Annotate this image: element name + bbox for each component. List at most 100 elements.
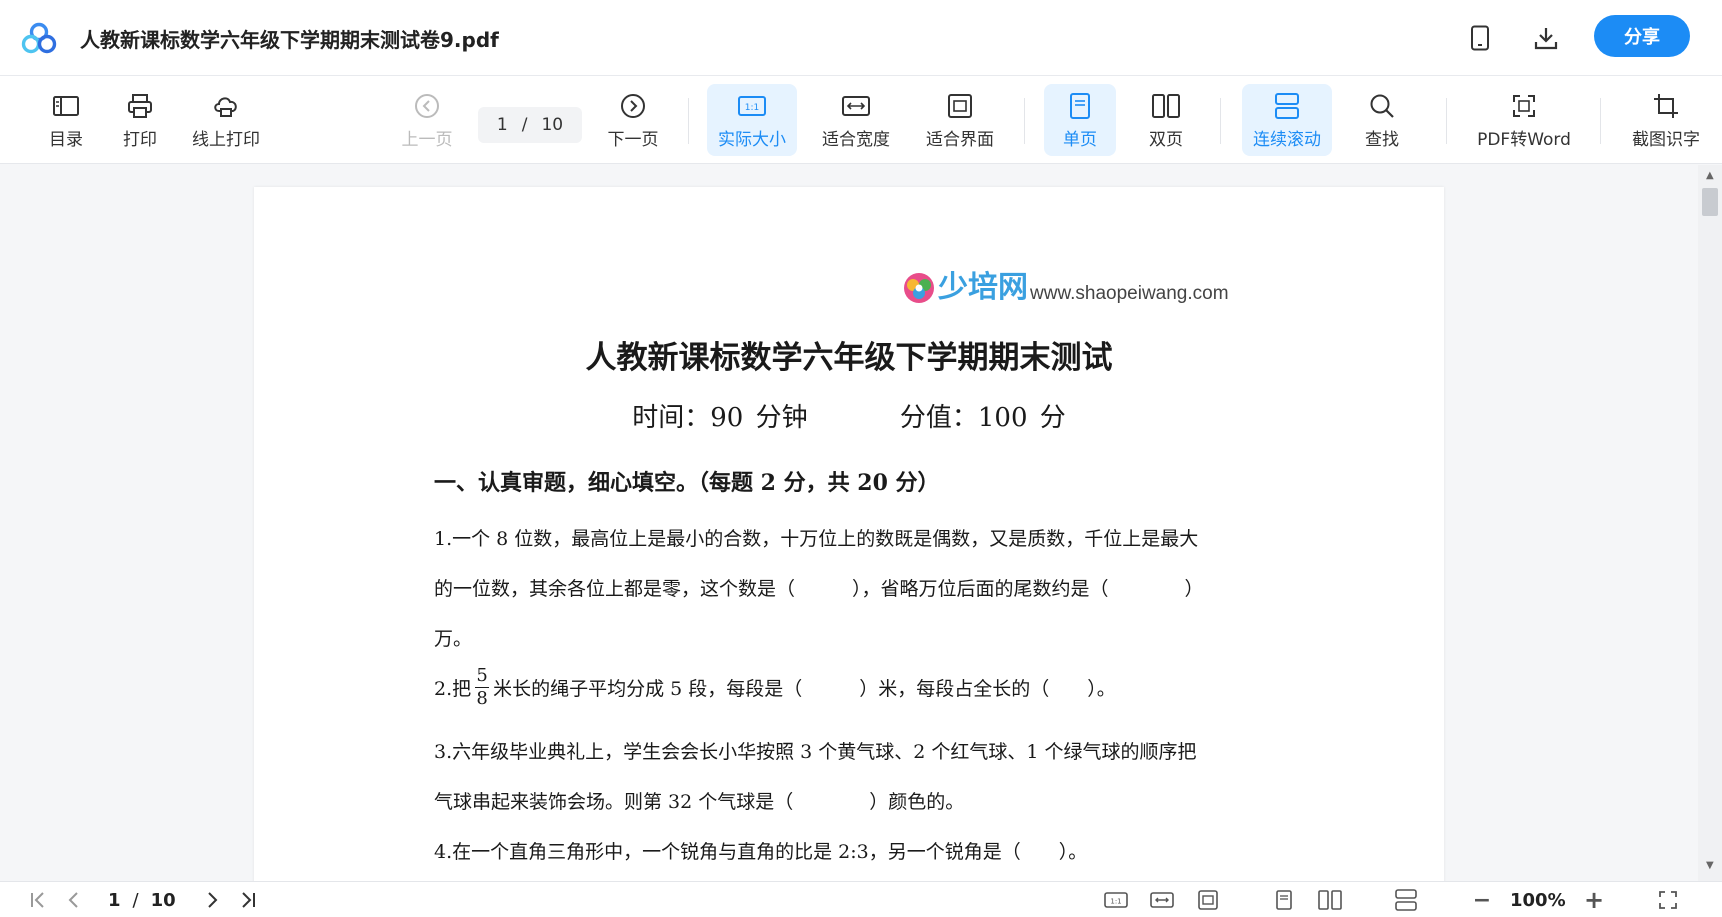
status-actual-size-button[interactable]: 1:1 <box>1100 886 1132 914</box>
print-label: 打印 <box>123 129 157 150</box>
q2-suffix: 米长的绳子平均分成 5 段，每段是（ ）米，每段占全长的（ ）。 <box>493 678 1116 700</box>
status-fit-screen-button[interactable] <box>1192 886 1224 914</box>
question-line: 1.一个 8 位数，最高位上是最小的合数，十万位上的数既是偶数，又是质数，千位上… <box>434 528 1199 550</box>
last-page-icon <box>242 892 255 908</box>
prev-page-small-button[interactable] <box>60 886 88 914</box>
section-heading: 一、认真审题，细心填空。（每题 2 分，共 20 分） <box>434 470 940 496</box>
total-pages: 10 <box>541 115 564 135</box>
page-indicator[interactable]: 1 / 10 <box>478 107 582 143</box>
svg-text:1:1: 1:1 <box>745 103 759 113</box>
phone-view-button[interactable] <box>1464 22 1496 54</box>
actual-size-label: 实际大小 <box>718 129 786 150</box>
document-viewer[interactable]: 少培网 www.shaopeiwang.com 人教新课标数学六年级下学期期末测… <box>0 165 1722 881</box>
fit-width-icon <box>842 95 870 116</box>
exam-meta: 时间：90 分钟 分值：100 分 <box>254 397 1444 434</box>
share-button[interactable]: 分享 <box>1594 15 1690 57</box>
single-page-label: 单页 <box>1063 129 1097 150</box>
chevron-left-circle-icon <box>415 93 439 118</box>
question-line: 4.在一个直角三角形中，一个锐角与直角的比是 2:3，另一个锐角是（ ）。 <box>434 841 1088 863</box>
fit-width-button[interactable]: 适合宽度 <box>812 84 900 156</box>
fullscreen-button[interactable] <box>1654 886 1682 914</box>
toc-label: 目录 <box>49 129 83 150</box>
online-print-button[interactable]: 线上打印 <box>186 84 266 156</box>
status-total-pages: 10 <box>150 889 176 911</box>
print-button[interactable]: 打印 <box>108 84 172 156</box>
continuous-scroll-button[interactable]: 连续滚动 <box>1242 84 1332 156</box>
download-button[interactable] <box>1530 22 1562 54</box>
toolbar-divider <box>1220 98 1221 144</box>
chevron-left-icon <box>68 892 78 908</box>
site-logo: 少培网 www.shaopeiwang.com <box>902 271 1229 305</box>
toc-icon <box>53 95 79 116</box>
prev-page-label: 上一页 <box>401 129 453 150</box>
question-line: 气球串起来装饰会场。则第 32 个气球是（ ）颜色的。 <box>434 791 965 813</box>
site-brand: 少培网 <box>938 270 1028 305</box>
scrollbar-thumb[interactable] <box>1702 188 1718 216</box>
pdf-page: 少培网 www.shaopeiwang.com 人教新课标数学六年级下学期期末测… <box>254 187 1444 881</box>
toc-button[interactable]: 目录 <box>34 84 98 156</box>
status-continuous-scroll-button[interactable] <box>1390 886 1422 914</box>
fit-screen-icon <box>1198 890 1218 910</box>
convert-icon <box>1513 94 1535 117</box>
status-current-page: 1 <box>108 889 121 911</box>
continuous-scroll-icon <box>1395 889 1417 911</box>
fit-width-label: 适合宽度 <box>822 129 890 150</box>
search-icon <box>1370 94 1394 118</box>
double-page-icon <box>1152 93 1180 118</box>
q2-prefix: 2.把 <box>434 678 472 700</box>
exam-time: 时间：90 分钟 <box>632 403 808 433</box>
fit-screen-button[interactable]: 适合界面 <box>916 84 1004 156</box>
actual-size-icon: 1:1 <box>1104 892 1128 908</box>
next-page-label: 下一页 <box>607 129 659 150</box>
screenshot-ocr-button[interactable]: 截图识字 <box>1624 84 1708 156</box>
cloud-print-icon <box>214 96 237 117</box>
screenshot-ocr-label: 截图识字 <box>1632 129 1700 150</box>
chevron-right-circle-icon <box>621 93 645 118</box>
zoom-out-button[interactable]: − <box>1468 886 1496 914</box>
exam-score: 分值：100 分 <box>899 403 1066 433</box>
scroll-up-arrow-icon[interactable]: ▲ <box>1706 170 1714 181</box>
first-page-icon <box>31 892 44 908</box>
pdf-to-word-label: PDF转Word <box>1477 129 1571 150</box>
actual-size-button[interactable]: 1:1 实际大小 <box>707 84 797 156</box>
phone-icon <box>1471 25 1489 51</box>
single-page-button[interactable]: 单页 <box>1044 84 1116 156</box>
status-fit-width-button[interactable] <box>1146 886 1178 914</box>
status-page-indicator[interactable]: 1 / 10 <box>108 886 176 914</box>
toolbar-divider <box>688 98 689 144</box>
single-page-icon <box>1276 890 1292 910</box>
zoom-level: 100% <box>1510 889 1566 911</box>
find-button[interactable]: 查找 <box>1350 84 1414 156</box>
question-line: 2.把 5 8 米长的绳子平均分成 5 段，每段是（ ）米，每段占全长的（ ）。 <box>434 665 1116 710</box>
first-page-button[interactable] <box>24 886 52 914</box>
zoom-in-button[interactable]: + <box>1580 886 1608 914</box>
crop-icon <box>1654 93 1678 118</box>
status-double-page-button[interactable] <box>1314 886 1346 914</box>
double-page-label: 双页 <box>1149 129 1183 150</box>
question-line: 3.六年级毕业典礼上，学生会会长小华按照 3 个黄气球、2 个红气球、1 个绿气… <box>434 741 1197 763</box>
title-bar: 人教新课标数学六年级下学期期末测试卷9.pdf 分享 <box>0 0 1722 76</box>
current-page: 1 <box>496 115 508 135</box>
fit-screen-icon <box>948 93 972 118</box>
flower-logo-icon <box>904 273 934 303</box>
pdf-to-word-button[interactable]: PDF转Word <box>1474 84 1574 156</box>
status-bar: 1 / 10 1:1 − 100% + <box>0 881 1722 917</box>
next-page-small-button[interactable] <box>198 886 226 914</box>
toolbar-divider <box>1446 98 1447 144</box>
last-page-button[interactable] <box>234 886 262 914</box>
toolbar-divider <box>1600 98 1601 144</box>
double-page-button[interactable]: 双页 <box>1132 84 1200 156</box>
svg-text:1:1: 1:1 <box>1110 898 1121 906</box>
toolbar-divider <box>1024 98 1025 144</box>
fraction-denominator: 8 <box>476 688 488 709</box>
fit-screen-label: 适合界面 <box>926 129 994 150</box>
fit-width-icon <box>1150 892 1174 908</box>
online-print-label: 线上打印 <box>192 129 260 150</box>
scroll-down-arrow-icon[interactable]: ▼ <box>1706 860 1714 871</box>
printer-icon <box>128 93 152 118</box>
vertical-scrollbar[interactable] <box>1698 165 1722 881</box>
prev-page-button[interactable]: 上一页 <box>394 84 460 156</box>
single-page-icon <box>1070 92 1090 119</box>
status-single-page-button[interactable] <box>1268 886 1300 914</box>
next-page-button[interactable]: 下一页 <box>600 84 666 156</box>
